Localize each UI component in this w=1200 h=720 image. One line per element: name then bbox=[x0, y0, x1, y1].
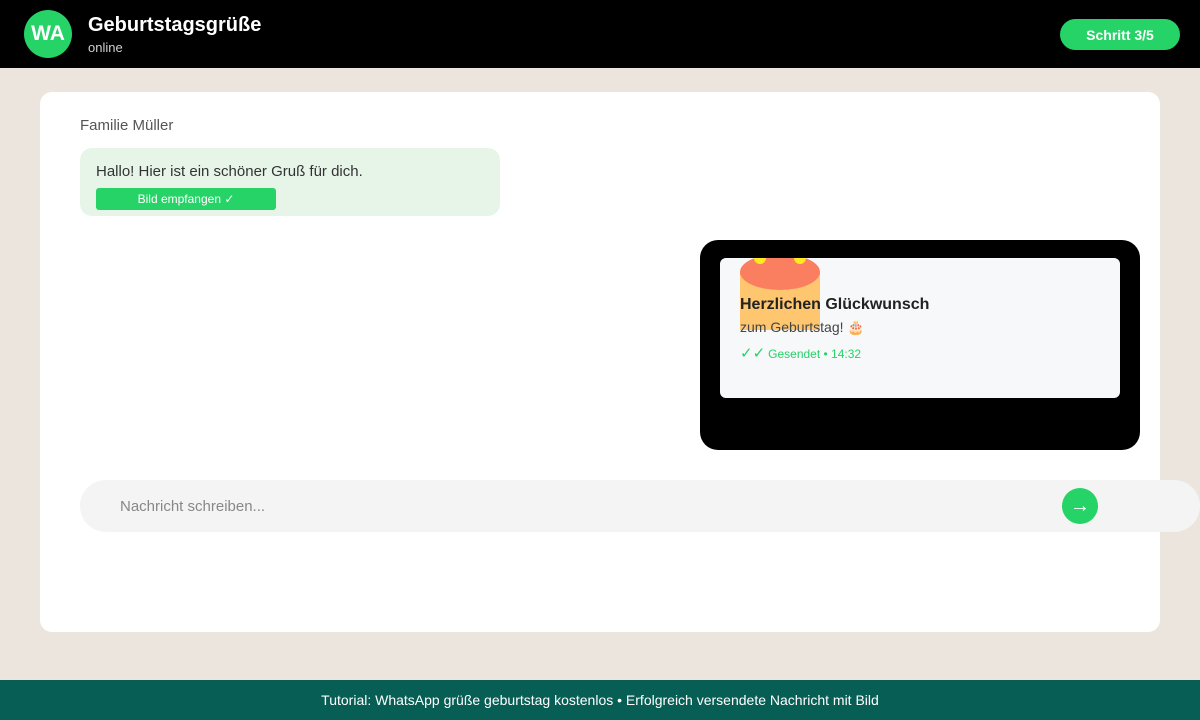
send-button[interactable]: → bbox=[1062, 488, 1098, 524]
image-received-badge[interactable]: Bild empfangen ✓ bbox=[96, 188, 276, 210]
avatar[interactable]: WA bbox=[24, 10, 72, 58]
online-status: online bbox=[88, 40, 123, 55]
greeting-subtitle: zum Geburtstag! 🎂 bbox=[740, 319, 865, 335]
sent-status-text: Gesendet • 14:32 bbox=[768, 347, 862, 361]
chat-panel: Familie Müller Hallo! Hier ist ein schön… bbox=[40, 92, 1200, 632]
outgoing-message: Herzlichen Glückwunsch zum Geburtstag! 🎂… bbox=[700, 240, 1140, 450]
sender-name: Familie Müller bbox=[80, 117, 174, 134]
greeting-card[interactable]: Herzlichen Glückwunsch zum Geburtstag! 🎂… bbox=[720, 258, 1120, 398]
chat-title: Geburtstagsgrüße bbox=[88, 14, 262, 36]
incoming-message: Hallo! Hier ist ein schöner Gruß für dic… bbox=[80, 148, 500, 216]
sent-status: ✓✓ Gesendet • 14:32 bbox=[740, 344, 861, 362]
message-composer: → bbox=[80, 480, 1200, 532]
incoming-message-text: Hallo! Hier ist ein schöner Gruß für dic… bbox=[96, 163, 363, 180]
greeting-title: Herzlichen Glückwunsch bbox=[740, 296, 930, 313]
tutorial-footer: Tutorial: WhatsApp grüße geburtstag kost… bbox=[0, 680, 1200, 720]
chat-header: WA Geburtstagsgrüße online Schritt 3/5 bbox=[0, 0, 1200, 68]
step-badge: Schritt 3/5 bbox=[1060, 19, 1180, 50]
message-input[interactable] bbox=[120, 492, 1020, 520]
double-check-icon: ✓✓ bbox=[740, 345, 766, 362]
